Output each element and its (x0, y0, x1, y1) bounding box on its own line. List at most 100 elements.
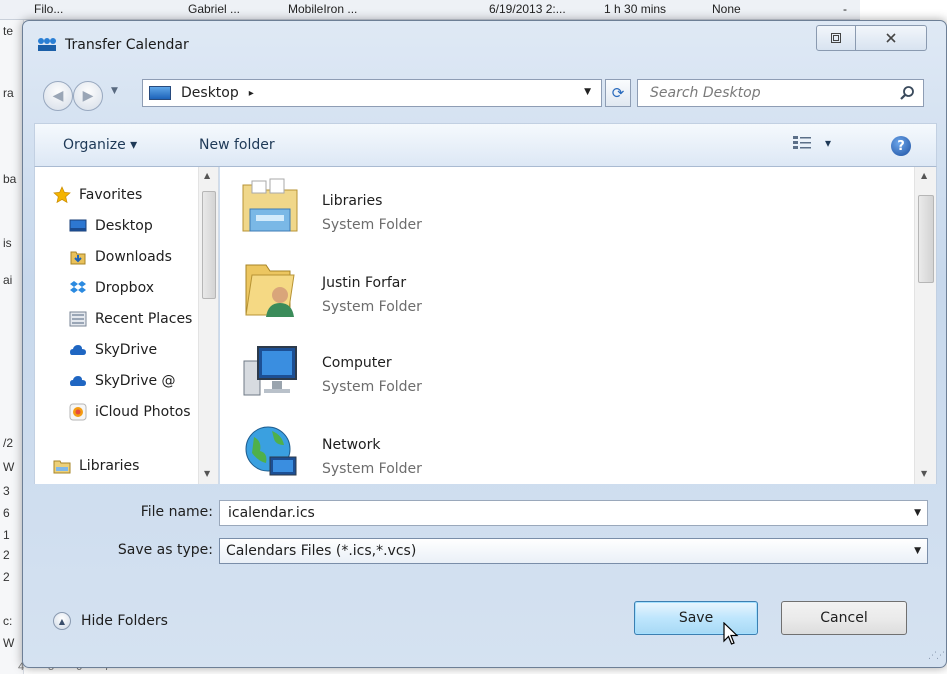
search-box[interactable] (637, 79, 924, 107)
arrow-left-icon: ◀ (52, 88, 64, 104)
nav-item-label: Recent Places (95, 311, 193, 327)
nav-item-recent-places[interactable]: Recent Places (69, 307, 192, 331)
file-name: Libraries (322, 193, 383, 209)
file-item-computer[interactable]: Computer System Folder (240, 341, 740, 421)
background-cell: 6/19/2013 2:... (489, 2, 566, 16)
nav-item-skydrive[interactable]: SkyDrive (69, 338, 157, 362)
background-cell: Gabriel ... (188, 2, 241, 16)
background-cell: None (712, 2, 741, 16)
background-fragment: 2 (3, 570, 10, 584)
background-cell: 1 h 30 mins (604, 2, 667, 16)
background-fragment: 1 (3, 528, 10, 542)
background-fragment: /2 (3, 436, 14, 450)
background-fragment: 2 (3, 548, 10, 562)
refresh-button[interactable]: ⟳ (605, 79, 631, 107)
nav-item-desktop[interactable]: Desktop (69, 214, 153, 238)
scroll-up-icon[interactable]: ▲ (204, 171, 210, 180)
save-button[interactable]: Save (634, 601, 758, 635)
view-dropdown-icon[interactable]: ▾ (825, 136, 831, 150)
change-view-button[interactable]: ▾ (793, 135, 831, 151)
navigation-pane: Favorites Desktop Downloads Dropbox Rece… (34, 167, 219, 484)
file-item-network[interactable]: Network System Folder (240, 423, 740, 484)
downloads-icon (70, 251, 86, 265)
search-input[interactable] (648, 84, 878, 102)
dropbox-icon (70, 281, 86, 293)
title-bar[interactable]: Transfer Calendar (23, 21, 946, 53)
nav-item-downloads[interactable]: Downloads (69, 245, 172, 269)
chevron-down-icon[interactable]: ▼ (914, 546, 921, 556)
hide-folders-toggle[interactable]: ▲ Hide Folders (53, 612, 168, 630)
nav-item-label: Dropbox (95, 280, 154, 296)
navigation-scrollbar[interactable]: ▲ ▼ (198, 167, 218, 484)
background-fragment: ai (3, 273, 13, 287)
recent-pages-dropdown[interactable]: ▼ (111, 86, 118, 96)
background-left-strip: te ra ba is ai /2 W 3 6 1 2 2 c: W (0, 20, 24, 674)
background-fragment: ba (3, 172, 17, 186)
desktop-icon (69, 219, 87, 232)
file-item-justin-forfar[interactable]: Justin Forfar System Folder (240, 259, 740, 339)
computer-icon (243, 346, 297, 396)
search-icon[interactable] (899, 85, 915, 105)
network-icon (245, 426, 297, 476)
nav-libraries-label: Libraries (79, 458, 140, 474)
chevron-down-icon[interactable]: ▼ (914, 508, 921, 518)
command-toolbar: Organize ▾ New folder ▾ ? (34, 123, 937, 167)
restore-button[interactable] (816, 25, 856, 51)
background-grid-top-row: Filo... Gabriel ... MobileIron ... 6/19/… (0, 0, 860, 20)
background-fragment: is (3, 236, 12, 250)
restore-icon (831, 33, 841, 43)
file-name-field[interactable]: ▼ (219, 500, 928, 526)
scrollbar-thumb[interactable] (918, 195, 934, 283)
scroll-up-icon[interactable]: ▲ (921, 171, 927, 180)
organize-menu[interactable]: Organize ▾ (63, 137, 137, 153)
icloud-photos-icon (69, 403, 87, 421)
user-folder-icon (245, 264, 295, 317)
help-icon: ? (897, 138, 905, 154)
background-cell: MobileIron ... (288, 2, 358, 16)
scroll-down-icon[interactable]: ▼ (921, 469, 927, 478)
nav-item-dropbox[interactable]: Dropbox (69, 276, 154, 300)
chevron-up-icon: ▲ (53, 612, 71, 630)
resize-grip-icon[interactable]: ⋰⋰ (928, 651, 945, 661)
background-fragment: ra (3, 86, 14, 100)
forward-button[interactable]: ▶ (73, 81, 103, 111)
help-button[interactable]: ? (891, 136, 911, 156)
address-location[interactable]: Desktop (181, 85, 239, 101)
address-dropdown-icon[interactable]: ▼ (584, 87, 591, 97)
nav-item-label: Downloads (95, 249, 172, 265)
nav-libraries[interactable]: Libraries (53, 454, 139, 478)
file-name-label: File name: (140, 504, 213, 520)
close-button[interactable] (855, 25, 927, 51)
nav-favorites[interactable]: Favorites (53, 183, 142, 207)
skydrive-icon (70, 376, 86, 386)
address-bar[interactable]: Desktop ▸ ▼ (142, 79, 602, 107)
nav-item-skydrive-at[interactable]: SkyDrive @ (69, 369, 176, 393)
file-name-input[interactable] (226, 504, 876, 522)
skydrive-icon (70, 345, 86, 355)
background-fragment: W (3, 636, 15, 650)
refresh-icon: ⟳ (611, 84, 625, 102)
nav-item-icloud-photos[interactable]: iCloud Photos (69, 400, 191, 424)
scroll-down-icon[interactable]: ▼ (204, 469, 210, 478)
background-fragment: W (3, 460, 15, 474)
file-name: Justin Forfar (322, 275, 407, 291)
libraries-icon (53, 460, 71, 474)
dialog-title: Transfer Calendar (65, 37, 189, 53)
background-fragment: te (3, 24, 14, 38)
file-list-scrollbar[interactable]: ▲ ▼ (914, 167, 936, 484)
background-fragment: 6 (3, 506, 10, 520)
back-button[interactable]: ◀ (43, 81, 73, 111)
breadcrumb-chevron-icon[interactable]: ▸ (249, 88, 254, 99)
libraries-icon (242, 178, 298, 232)
save-as-type-select[interactable]: Calendars Files (*.ics,*.vcs) ▼ (219, 538, 928, 564)
transfer-calendar-dialog: Transfer Calendar ◀ ▶ ▼ Desktop ▸ ▼ ⟳ Or… (22, 20, 947, 668)
background-fragment: c: (3, 614, 13, 628)
scrollbar-thumb[interactable] (202, 191, 216, 299)
cancel-button[interactable]: Cancel (781, 601, 907, 635)
file-item-libraries[interactable]: Libraries System Folder (240, 175, 740, 255)
file-name: Network (322, 437, 381, 453)
file-type: System Folder (322, 299, 422, 315)
new-folder-button[interactable]: New folder (199, 137, 275, 153)
nav-item-label: SkyDrive (95, 342, 158, 358)
close-icon (886, 33, 896, 43)
